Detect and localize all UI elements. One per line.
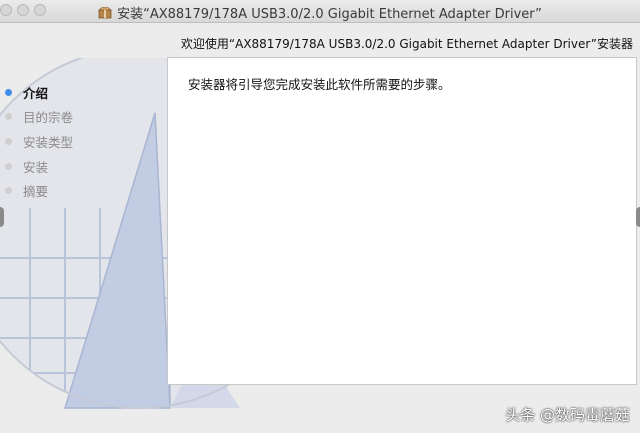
step-installation-type: 安装类型 — [5, 129, 73, 154]
step-indicator-dot — [5, 162, 12, 170]
watermark: 头条 @数码毒蘑菇 — [505, 406, 630, 424]
step-label: 摘要 — [23, 184, 49, 200]
step-label: 目的宗卷 — [23, 110, 74, 126]
right-edge-marker — [636, 207, 640, 227]
left-edge-marker — [0, 207, 4, 227]
step-indicator-dot — [5, 113, 12, 121]
step-indicator-dot — [5, 187, 12, 195]
intro-text: 安装器将引导您完成安装此软件所需要的步骤。 — [188, 77, 451, 92]
step-label: 安装 — [23, 159, 49, 175]
title-bar: 安装“AX88179/178A USB3.0/2.0 Gigabit Ether… — [0, 0, 640, 23]
content-panel: 安装器将引导您完成安装此软件所需要的步骤。 — [167, 57, 637, 385]
package-icon — [98, 7, 112, 19]
step-install: 安装 — [5, 154, 73, 179]
window-title-container: 安装“AX88179/178A USB3.0/2.0 Gigabit Ether… — [0, 3, 640, 22]
step-summary: 摘要 — [5, 178, 73, 203]
step-indicator-dot — [5, 88, 12, 96]
step-label: 介绍 — [23, 85, 49, 101]
step-indicator-dot — [5, 137, 12, 145]
step-label: 安装类型 — [23, 134, 74, 150]
installer-steps-list: 介绍 目的宗卷 安装类型 安装 摘要 — [5, 80, 73, 203]
step-destination: 目的宗卷 — [5, 105, 73, 130]
welcome-heading: 欢迎使用“AX88179/178A USB3.0/2.0 Gigabit Eth… — [180, 37, 633, 51]
window-title: 安装“AX88179/178A USB3.0/2.0 Gigabit Ether… — [117, 7, 542, 22]
step-introduction: 介绍 — [5, 80, 73, 105]
